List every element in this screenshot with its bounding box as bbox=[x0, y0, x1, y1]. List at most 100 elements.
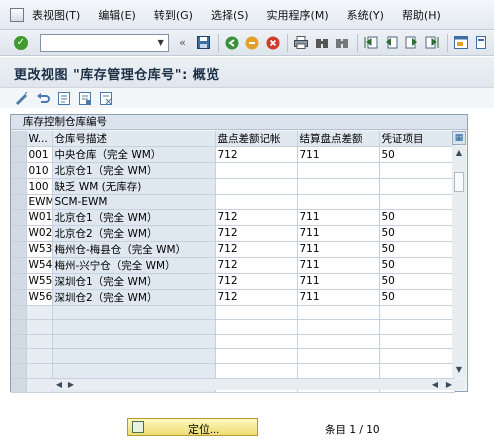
row-selector[interactable] bbox=[11, 334, 27, 350]
position-button[interactable]: 定位... bbox=[127, 418, 258, 436]
cell-document-items[interactable] bbox=[379, 194, 455, 210]
table-row[interactable]: W53 梅州仓-梅县仓（完全 WM） 712 711 50 bbox=[11, 241, 455, 258]
cell-document-items[interactable]: 50 bbox=[379, 225, 455, 242]
cell-description[interactable] bbox=[52, 319, 216, 335]
cell-inventory-difference-posting[interactable]: 712 bbox=[215, 241, 298, 258]
print-icon[interactable] bbox=[293, 35, 309, 51]
cell-settle-inventory-difference[interactable] bbox=[297, 194, 380, 210]
shortcut-icon[interactable] bbox=[474, 35, 490, 51]
cell-warehouse[interactable]: 100 bbox=[26, 178, 53, 195]
last-page-icon[interactable] bbox=[424, 35, 440, 51]
cell-settle-inventory-difference[interactable] bbox=[297, 178, 380, 195]
table-row[interactable] bbox=[11, 363, 455, 379]
cell-document-items[interactable] bbox=[379, 178, 455, 195]
cell-document-items[interactable] bbox=[379, 305, 455, 321]
cell-description[interactable]: 北京仓1（完全 WM） bbox=[52, 209, 216, 226]
column-header-description[interactable]: 仓库号描述 bbox=[52, 131, 216, 147]
menu-system[interactable]: 系统(Y) bbox=[347, 7, 384, 23]
cell-document-items[interactable] bbox=[379, 348, 455, 364]
cell-warehouse[interactable]: EWM bbox=[26, 194, 53, 210]
cell-warehouse[interactable]: W02 bbox=[26, 225, 53, 242]
cell-settle-inventory-difference[interactable]: 711 bbox=[297, 273, 380, 290]
column-header-warehouse[interactable]: W... bbox=[26, 131, 53, 147]
cell-document-items[interactable] bbox=[379, 363, 455, 379]
scrollbar-thumb[interactable] bbox=[454, 172, 464, 192]
table-row[interactable]: W56 深圳仓2（完全 WM） 712 711 50 bbox=[11, 289, 455, 306]
cell-document-items[interactable]: 50 bbox=[379, 241, 455, 258]
cell-description[interactable] bbox=[52, 348, 216, 364]
scroll-down-icon[interactable]: ▼ bbox=[452, 364, 466, 376]
exit-icon[interactable] bbox=[244, 35, 260, 51]
column-header-document-items[interactable]: 凭证项目 bbox=[379, 131, 455, 147]
cell-document-items[interactable] bbox=[379, 162, 455, 179]
cell-warehouse[interactable] bbox=[26, 348, 53, 364]
new-entries-icon[interactable] bbox=[56, 90, 72, 106]
cell-settle-inventory-difference[interactable]: 711 bbox=[297, 257, 380, 274]
cell-warehouse[interactable]: W01 bbox=[26, 209, 53, 226]
menu-goto[interactable]: 转到(G) bbox=[154, 7, 193, 23]
menu-table-view[interactable]: 表视图(T) bbox=[32, 7, 80, 23]
table-row[interactable]: W54 梅州-兴宁仓（完全 WM） 712 711 50 bbox=[11, 257, 455, 274]
cell-description[interactable]: 北京仓1（完全 WM） bbox=[52, 162, 216, 179]
row-selector[interactable] bbox=[11, 194, 27, 210]
vertical-scrollbar[interactable]: ▲ ▼ bbox=[452, 146, 466, 378]
cell-inventory-difference-posting[interactable] bbox=[215, 194, 298, 210]
cell-inventory-difference-posting[interactable] bbox=[215, 162, 298, 179]
table-settings-icon[interactable]: ▦ bbox=[452, 131, 466, 145]
scroll-right-end-icon[interactable]: ▶ bbox=[443, 379, 455, 390]
cell-inventory-difference-posting[interactable] bbox=[215, 305, 298, 321]
previous-page-icon[interactable] bbox=[383, 35, 399, 51]
cell-description[interactable]: 梅州-兴宁仓（完全 WM） bbox=[52, 257, 216, 274]
cell-inventory-difference-posting[interactable]: 712 bbox=[215, 225, 298, 242]
cell-description[interactable]: 深圳仓1（完全 WM） bbox=[52, 273, 216, 290]
cell-inventory-difference-posting[interactable] bbox=[215, 363, 298, 379]
column-header-inventory-difference-posting[interactable]: 盘点差额记帐 bbox=[215, 131, 298, 147]
cell-description[interactable] bbox=[52, 363, 216, 379]
cell-description[interactable] bbox=[52, 305, 216, 321]
cell-inventory-difference-posting[interactable]: 712 bbox=[215, 209, 298, 226]
cell-warehouse[interactable]: 001 bbox=[26, 146, 53, 163]
cell-document-items[interactable] bbox=[379, 334, 455, 350]
cell-description[interactable]: SCM-EWM bbox=[52, 194, 216, 210]
cell-document-items[interactable]: 50 bbox=[379, 257, 455, 274]
save-icon[interactable] bbox=[195, 35, 211, 51]
menu-utilities[interactable]: 实用程序(M) bbox=[267, 7, 329, 23]
cell-warehouse[interactable]: 010 bbox=[26, 162, 53, 179]
sap-menu-icon[interactable] bbox=[10, 7, 24, 22]
cell-warehouse[interactable]: W56 bbox=[26, 289, 53, 306]
table-row[interactable] bbox=[11, 305, 455, 321]
row-selector[interactable] bbox=[11, 146, 27, 163]
table-row[interactable]: W02 北京仓2（完全 WM） 712 711 50 bbox=[11, 225, 455, 242]
chevron-down-icon[interactable]: ▼ bbox=[156, 37, 166, 49]
cell-settle-inventory-difference[interactable] bbox=[297, 319, 380, 335]
row-selector[interactable] bbox=[11, 241, 27, 258]
row-selector[interactable] bbox=[11, 363, 27, 379]
cell-warehouse[interactable] bbox=[26, 305, 53, 321]
cell-settle-inventory-difference[interactable] bbox=[297, 363, 380, 379]
cell-settle-inventory-difference[interactable]: 711 bbox=[297, 146, 380, 163]
cell-inventory-difference-posting[interactable]: 712 bbox=[215, 273, 298, 290]
row-selector[interactable] bbox=[11, 162, 27, 179]
new-session-icon[interactable] bbox=[453, 35, 469, 51]
cell-inventory-difference-posting[interactable] bbox=[215, 348, 298, 364]
display-change-icon[interactable] bbox=[14, 90, 30, 106]
table-row[interactable]: W01 北京仓1（完全 WM） 712 711 50 bbox=[11, 209, 455, 226]
menu-edit[interactable]: 编辑(E) bbox=[98, 7, 136, 23]
menu-select[interactable]: 选择(S) bbox=[211, 7, 249, 23]
command-input[interactable] bbox=[40, 34, 159, 51]
table-row[interactable]: EWM SCM-EWM bbox=[11, 194, 455, 210]
cell-description[interactable]: 深圳仓2（完全 WM） bbox=[52, 289, 216, 306]
cell-inventory-difference-posting[interactable]: 712 bbox=[215, 257, 298, 274]
first-page-icon[interactable] bbox=[363, 35, 379, 51]
cell-description[interactable]: 北京仓2（完全 WM） bbox=[52, 225, 216, 242]
next-page-icon[interactable] bbox=[404, 35, 420, 51]
scroll-left-icon[interactable]: ◀ bbox=[53, 379, 65, 390]
enter-check-icon[interactable]: ✓ bbox=[14, 35, 28, 50]
cell-document-items[interactable]: 50 bbox=[379, 273, 455, 290]
collapse-icon[interactable]: « bbox=[175, 35, 191, 51]
cell-settle-inventory-difference[interactable]: 711 bbox=[297, 209, 380, 226]
row-selector[interactable] bbox=[11, 319, 27, 335]
cell-settle-inventory-difference[interactable]: 711 bbox=[297, 225, 380, 242]
row-selector[interactable] bbox=[11, 257, 27, 274]
table-row[interactable] bbox=[11, 334, 455, 350]
